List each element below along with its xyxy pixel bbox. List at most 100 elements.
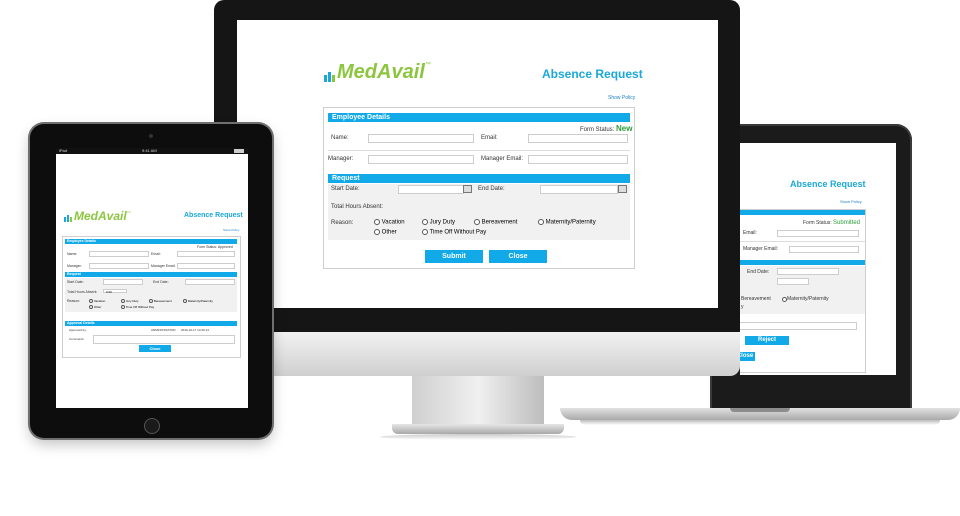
- laptop-hours-field[interactable]: [777, 278, 809, 285]
- ipad-status-bar: iPad 9:41 AM: [56, 148, 248, 154]
- radio-icon[interactable]: [538, 219, 544, 225]
- imac-start-date-field[interactable]: [398, 185, 464, 194]
- ipad-form-status-label: Form Status:: [197, 245, 218, 249]
- radio-icon[interactable]: [121, 305, 125, 310]
- laptop-end-date-field[interactable]: [777, 268, 839, 275]
- ipad-manager-field[interactable]: [89, 263, 149, 269]
- battery-icon: [234, 149, 244, 153]
- ipad-reason-time-off[interactable]: Time Off Without Pay: [121, 305, 154, 310]
- ipad-total-hours-field[interactable]: 9.00: [103, 289, 127, 294]
- imac-end-date-field[interactable]: [540, 185, 618, 194]
- imac-reason-bereavement[interactable]: Bereavement: [474, 219, 517, 226]
- laptop-form-title: Absence Request: [790, 179, 866, 189]
- radio-icon[interactable]: [89, 305, 93, 310]
- laptop-show-policy-link[interactable]: Show Policy: [840, 199, 862, 204]
- ipad-start-date-field[interactable]: [103, 279, 143, 285]
- imac-reason-maternity[interactable]: Maternity/Paternity: [538, 219, 596, 226]
- imac-stand-shadow: [380, 434, 576, 440]
- ipad-form-panel: Employee Details Form Status: Approved N…: [62, 236, 241, 358]
- imac-form-status: Form Status: New: [580, 124, 632, 133]
- ipad-reason-bereavement-label: Bereavement: [153, 299, 172, 303]
- ipad-manager-email-field[interactable]: [177, 263, 235, 269]
- radio-icon[interactable]: [422, 219, 428, 225]
- radio-icon[interactable]: [89, 299, 93, 304]
- imac-logo-text: MedAvail: [337, 61, 425, 83]
- imac-start-date-calendar-icon[interactable]: [463, 185, 472, 193]
- ipad-screen: iPad 9:41 AM MedAvail ™ Absence Request …: [56, 148, 248, 408]
- ipad-logo-text: MedAvail: [74, 209, 127, 223]
- imac-name-label: Name:: [331, 135, 349, 141]
- imac-submit-button[interactable]: Submit: [425, 250, 483, 263]
- imac-manager-field[interactable]: [368, 155, 474, 164]
- ipad-form-status: Form Status: Approved: [197, 245, 233, 249]
- imac-reason-label: Reason:: [331, 220, 354, 226]
- imac-manager-email-field[interactable]: [528, 155, 628, 164]
- ipad-comments-field[interactable]: [93, 335, 235, 344]
- radio-icon[interactable]: [183, 299, 187, 304]
- logo-bars-icon: [64, 215, 72, 222]
- laptop-base-shadow: [580, 420, 940, 425]
- ipad-reason-jury-duty-label: Jury Duty: [125, 299, 139, 303]
- ipad-close-button[interactable]: Close: [139, 345, 171, 352]
- imac-divider: [328, 150, 630, 151]
- imac-employee-section-header: Employee Details: [328, 113, 630, 122]
- laptop-notch: [730, 408, 790, 412]
- laptop-screen: Absence Request Show Policy Form Status:…: [740, 143, 896, 375]
- ipad-end-date-field[interactable]: [185, 279, 235, 285]
- imac-stand-foot: [392, 424, 564, 434]
- radio-icon[interactable]: [374, 229, 380, 235]
- imac-request-section-header: Request: [328, 174, 630, 183]
- imac-reason-vacation[interactable]: Vacation: [374, 219, 405, 226]
- ipad-status-time: 9:41 AM: [142, 148, 157, 153]
- ipad-name-field[interactable]: [89, 251, 149, 257]
- ipad-email-field[interactable]: [177, 251, 235, 257]
- radio-icon[interactable]: [474, 219, 480, 225]
- ipad-email-label: Email:: [151, 252, 161, 256]
- laptop-bereavement-label: Bereavement: [741, 296, 771, 302]
- laptop-request-bar: [740, 260, 865, 265]
- ipad-reason-bereavement[interactable]: Bereavement: [149, 299, 172, 304]
- imac-reason-vacation-label: Vacation: [381, 219, 405, 226]
- imac-total-hours-label: Total Hours Absent:: [331, 204, 384, 210]
- ipad-approved-date-value: 2016-10-17 14:29:13: [181, 328, 209, 332]
- ipad-reason-maternity-label: Maternity/Paternity: [187, 299, 213, 303]
- imac-reason-time-off-label: Time Off Without Pay: [429, 229, 487, 236]
- laptop-manager-email-field[interactable]: [789, 246, 859, 253]
- imac-reason-jury-duty[interactable]: Jury Duty: [422, 219, 455, 226]
- laptop-comments-field[interactable]: [740, 322, 857, 330]
- laptop-form-status-value: Submitted: [833, 220, 861, 226]
- ipad-reason-maternity[interactable]: Maternity/Paternity: [183, 299, 213, 304]
- radio-icon[interactable]: [374, 219, 380, 225]
- ipad-comments-label: Comments:: [69, 337, 85, 341]
- laptop-reject-button[interactable]: Reject: [745, 336, 789, 345]
- laptop-close-button[interactable]: Close: [740, 352, 755, 361]
- imac-reason-time-off[interactable]: Time Off Without Pay: [422, 229, 486, 236]
- imac-reason-jury-duty-label: Jury Duty: [429, 219, 456, 226]
- imac-end-date-calendar-icon[interactable]: [618, 185, 627, 193]
- laptop-maternity-label: Maternity/Paternity: [787, 296, 829, 302]
- ipad-home-button[interactable]: [144, 418, 160, 434]
- radio-icon[interactable]: [121, 299, 125, 304]
- ipad-manager-email-label: Manager Email:: [151, 264, 176, 268]
- imac-email-label: Email:: [481, 135, 498, 141]
- imac-reason-bereavement-label: Bereavement: [481, 219, 518, 226]
- imac-reason-other[interactable]: Other: [374, 229, 397, 236]
- ipad-reason-jury-duty[interactable]: Jury Duty: [121, 299, 139, 304]
- radio-icon[interactable]: [422, 229, 428, 235]
- ipad-camera: [149, 134, 153, 138]
- ipad-reason-label: Reason:: [67, 299, 81, 303]
- ipad-reason-vacation[interactable]: Vacation: [89, 299, 106, 304]
- ipad-medavail-logo: MedAvail ™: [64, 210, 131, 222]
- imac-medavail-logo: MedAvail ™: [324, 62, 431, 82]
- radio-icon[interactable]: [149, 299, 153, 304]
- ipad-show-policy-link[interactable]: Show Policy: [223, 228, 239, 232]
- ipad-reason-other[interactable]: Other: [89, 305, 101, 310]
- imac-show-policy-link[interactable]: Show Policy: [608, 95, 635, 101]
- ipad-status-device: iPad: [59, 148, 68, 153]
- ipad-reason-vacation-label: Vacation: [93, 299, 106, 303]
- imac-close-button[interactable]: Close: [489, 250, 547, 263]
- laptop-manager-email-label: Manager Email:: [743, 246, 779, 252]
- imac-name-field[interactable]: [368, 134, 474, 143]
- laptop-email-field[interactable]: [777, 230, 859, 237]
- imac-email-field[interactable]: [528, 134, 628, 143]
